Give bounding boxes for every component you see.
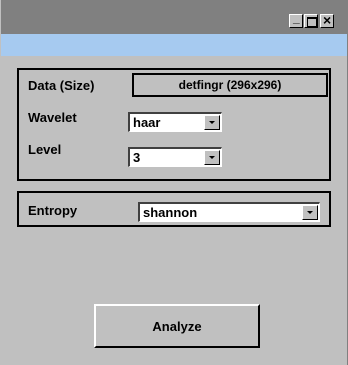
wavelet-dropdown-button[interactable] bbox=[204, 115, 220, 130]
entropy-value: shannon bbox=[143, 205, 198, 220]
wavelet-value: haar bbox=[133, 115, 161, 130]
close-button[interactable]: × bbox=[320, 12, 334, 28]
toolbar-strip bbox=[1, 34, 347, 56]
data-size-value: detfingr (296x296) bbox=[132, 73, 328, 97]
entropy-label: Entropy bbox=[28, 203, 78, 218]
minimize-button[interactable]: _ bbox=[289, 11, 303, 28]
chevron-down-icon bbox=[209, 121, 215, 124]
entropy-group: Entropy shannon bbox=[17, 191, 331, 227]
close-icon: × bbox=[323, 12, 332, 28]
level-value: 3 bbox=[133, 150, 141, 165]
analyze-button[interactable]: Analyze bbox=[94, 304, 260, 348]
chevron-down-icon bbox=[307, 211, 313, 214]
maximize-icon bbox=[307, 17, 317, 27]
level-select[interactable]: 3 bbox=[128, 147, 222, 167]
wavelet-label: Wavelet bbox=[28, 110, 77, 125]
level-dropdown-button[interactable] bbox=[204, 150, 220, 165]
maximize-button[interactable] bbox=[304, 14, 318, 28]
minimize-icon: _ bbox=[293, 11, 300, 25]
data-size-label: Data (Size) bbox=[28, 78, 95, 93]
level-label: Level bbox=[28, 142, 62, 157]
chevron-down-icon bbox=[209, 156, 215, 159]
title-bar: _ × bbox=[1, 0, 347, 34]
wavelet-select[interactable]: haar bbox=[128, 112, 222, 132]
entropy-select[interactable]: shannon bbox=[138, 202, 320, 222]
data-settings-group: Data (Size) detfingr (296x296) Wavelet h… bbox=[17, 68, 331, 181]
entropy-dropdown-button[interactable] bbox=[302, 205, 318, 220]
